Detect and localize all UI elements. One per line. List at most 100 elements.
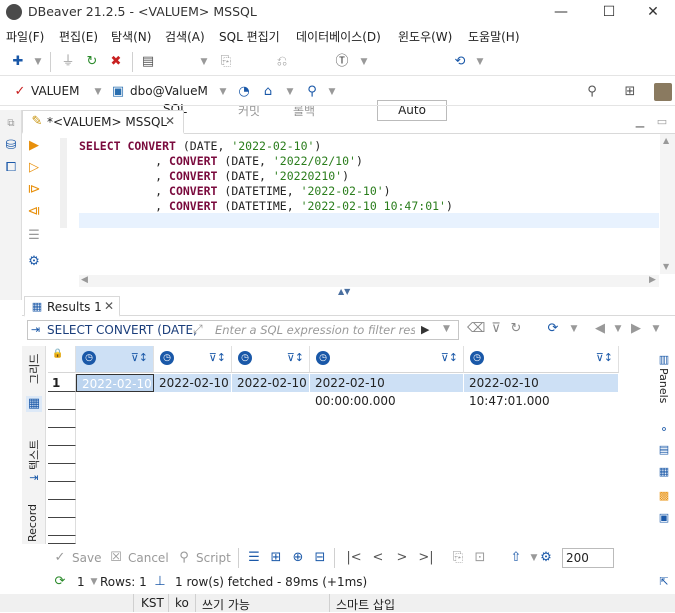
commit-icon[interactable]: ⎘ [218,54,234,70]
expand-icon[interactable]: ⤢ [193,322,203,337]
refresh-dropdown-icon[interactable]: ▼ [566,321,582,337]
metadata-icon[interactable]: ▤ [656,442,672,458]
nav-forward-dropdown-icon[interactable]: ▼ [648,321,664,337]
last-page-icon[interactable]: >| [418,550,434,566]
cancel-button[interactable]: Cancel [128,551,169,565]
export-icon[interactable]: ⇧ [508,550,524,566]
tab-results-1[interactable]: ▦ Results 1 ✕ [24,296,120,317]
editor-horizontal-scrollbar[interactable]: ◀ ▶ [79,275,659,287]
sql-line-1[interactable]: SELECT CONVERT (DATE, '2022-02-10') [79,139,321,154]
menu-search[interactable]: 검색(A) [165,28,205,45]
fetch-next-icon[interactable]: ⎘ [450,550,466,566]
column-header-2[interactable]: ◷ ⊽↕ [154,346,232,373]
save-button[interactable]: Save [72,551,101,565]
close-button[interactable]: ✕ [630,0,675,24]
column-filter-icon[interactable]: ⊽↕ [441,351,458,364]
execute-statement-icon[interactable]: ▶ [26,138,42,154]
fetch-all-icon[interactable]: ⊡ [472,550,488,566]
execute-in-new-tab-icon[interactable]: ▷ [26,160,42,176]
connection-dropdown-icon[interactable]: ▼ [90,84,106,100]
invalidate-reconnect-icon[interactable]: ↻ [84,54,100,70]
column-header-4[interactable]: ◷ ⊽↕ [310,346,464,373]
table-cell[interactable]: 2022-02-10 [232,374,310,392]
grid-view-icon[interactable]: ▦ [26,396,42,412]
panels-label[interactable]: Panels [657,368,670,403]
row-header-corner[interactable]: 🔒 [48,346,76,373]
table-cell[interactable]: 2022-02-10 [76,374,154,392]
sql-line-5[interactable]: , CONVERT (DATETIME, '2022-02-10 10:47:0… [79,199,453,214]
schema-dropdown-icon[interactable]: ▼ [215,84,231,100]
quick-search-icon[interactable]: ⚲ [584,84,600,100]
edit-cell-icon[interactable]: ☰ [246,550,262,566]
history-icon[interactable]: ⟲ [452,54,468,70]
rollback-icon[interactable]: ⎌ [274,54,290,70]
close-results-tab-icon[interactable]: ✕ [104,299,114,313]
execute-script-new-tab-icon[interactable]: ⧏ [26,204,42,220]
fetch-size-input[interactable]: 200 [562,548,614,568]
connect-icon[interactable]: ⏚ [60,54,76,70]
menu-edit[interactable]: 편집(E) [59,28,98,45]
record-view-tab[interactable]: Record [26,504,39,542]
add-row-icon[interactable]: ⊞ [268,550,284,566]
panel-splitter-icon[interactable]: ▲▼ [338,287,350,296]
apply-filter-icon[interactable]: ▶ [421,323,429,336]
menu-help[interactable]: 도움말(H) [468,28,520,45]
nav-forward-icon[interactable]: ▶ [628,321,644,337]
grouping-icon[interactable]: ▦ [656,464,672,480]
sql-dropdown-icon[interactable]: ▼ [196,54,212,70]
delete-row-icon[interactable]: ⊟ [312,550,328,566]
explain-plan-icon[interactable]: ☰ [26,228,42,244]
nav-back-icon[interactable]: ◀ [592,321,608,337]
table-cell[interactable]: 2022-02-10 [154,374,232,392]
column-filter-icon[interactable]: ⊽↕ [131,351,148,364]
editor-settings-icon[interactable]: ⚙ [26,254,42,270]
maximize-editor-icon[interactable]: ▭ [654,114,670,130]
next-page-icon[interactable]: > [394,550,410,566]
filter-history-dropdown-icon[interactable]: ▼ [443,324,450,334]
script-button[interactable]: Script [196,551,231,565]
refresh-icon[interactable]: ⟳ [52,574,68,590]
dropdown-arrow-icon[interactable]: ▼ [30,54,46,70]
sql-editor-icon[interactable]: ▤ [140,54,156,70]
maximize-button[interactable]: ☐ [586,0,632,24]
active-schema-selector[interactable]: dbo@ValueM [130,84,208,98]
sql-line-3[interactable]: , CONVERT (DATE, '20220210') [79,169,349,184]
column-filter-icon[interactable]: ⊽↕ [287,351,304,364]
column-header-1[interactable]: ◷ ⊽↕ [76,346,154,373]
clear-filter-icon[interactable]: ⌫ [467,321,485,337]
grid-view-tab[interactable]: 그리드 [26,354,42,384]
navigator-icon[interactable]: ⌂ [260,84,276,100]
references-icon[interactable]: ▣ [656,510,672,526]
minimize-editor-icon[interactable]: ▁ [632,114,648,130]
row-number[interactable]: 1 [48,374,76,392]
history-dropdown-icon[interactable]: ▼ [472,54,488,70]
grid-settings-icon[interactable]: ⚙ [538,550,554,566]
menu-navigate[interactable]: 탐색(N) [111,28,151,45]
copy-row-icon[interactable]: ⊕ [290,550,306,566]
previous-page-icon[interactable]: < [370,550,386,566]
table-cell[interactable]: 2022-02-10 10:47:01.000 [464,374,619,408]
filter-expression-input[interactable]: Enter a SQL expression to filter results [215,323,415,337]
minimize-button[interactable]: — [538,0,584,24]
navigator-dropdown-icon[interactable]: ▼ [282,84,298,100]
restore-icon[interactable]: ⧉ [3,116,19,132]
nav-back-dropdown-icon[interactable]: ▼ [610,321,626,337]
active-connection-selector[interactable]: VALUEM [31,84,79,98]
table-cell[interactable]: 2022-02-10 00:00:00.000 [310,374,464,408]
perspective-icon[interactable]: ⊞ [622,84,638,100]
menu-database[interactable]: 데이터베이스(D) [296,28,381,45]
dbeaver-perspective-icon[interactable] [654,83,672,101]
menu-file[interactable]: 파일(F) [6,28,44,45]
toggle-panels-icon[interactable]: ⇱ [656,574,672,590]
search-dropdown-icon[interactable]: ▼ [324,84,340,100]
new-connection-icon[interactable]: ✚ [10,54,26,70]
sql-line-2[interactable]: , CONVERT (DATE, '2022/02/10') [79,154,363,169]
menu-window[interactable]: 윈도우(W) [398,28,452,45]
dashboard-icon[interactable]: ◔ [236,84,252,100]
tab-valuem-mssql[interactable]: ✎ *<VALUEM> MSSQL ✕ [22,110,184,134]
first-page-icon[interactable]: |< [346,550,362,566]
text-view-tab[interactable]: 텍스트 [26,440,42,470]
filter-settings-icon[interactable]: ⊽ [488,321,504,337]
column-header-5[interactable]: ◷ ⊽↕ [464,346,619,373]
sql-line-4[interactable]: , CONVERT (DATETIME, '2022-02-10') [79,184,390,199]
